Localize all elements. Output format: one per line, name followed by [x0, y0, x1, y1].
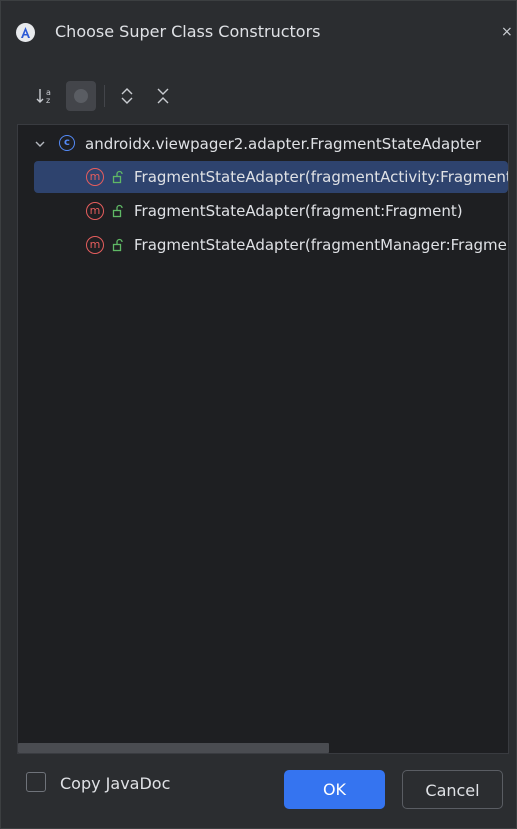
android-studio-icon [16, 23, 35, 42]
dialog-title: Choose Super Class Constructors [55, 22, 321, 41]
method-icon: m [86, 236, 104, 254]
cancel-button[interactable]: Cancel [402, 770, 503, 809]
public-lock-icon [112, 170, 123, 184]
copy-javadoc-checkbox[interactable] [26, 772, 46, 792]
choose-super-class-constructors-dialog: Choose Super Class Constructors × a z c … [0, 0, 517, 829]
constructor-label: FragmentStateAdapter(fragmentManager:Fra… [134, 236, 508, 254]
constructor-label: FragmentStateAdapter(fragmentActivity:Fr… [134, 168, 508, 186]
method-icon: m [86, 202, 104, 220]
constructor-tree[interactable]: c androidx.viewpager2.adapter.FragmentSt… [17, 124, 509, 754]
svg-text:z: z [46, 96, 50, 105]
close-icon[interactable]: × [501, 23, 515, 41]
toolbar: a z [1, 79, 517, 115]
ok-button[interactable]: OK [284, 770, 385, 809]
constructor-item[interactable]: m FragmentStateAdapter(fragmentManager:F… [18, 229, 508, 261]
toolbar-divider [104, 85, 105, 107]
constructor-item[interactable]: m FragmentStateAdapter(fragment:Fragment… [18, 195, 508, 227]
horizontal-scrollbar[interactable] [18, 743, 508, 753]
title-bar: Choose Super Class Constructors × [1, 1, 517, 65]
sort-alpha-icon[interactable]: a z [30, 81, 60, 111]
scrollbar-thumb[interactable] [18, 743, 329, 753]
public-lock-icon [112, 204, 123, 218]
collapse-all-icon[interactable] [148, 81, 178, 111]
constructor-item[interactable]: m FragmentStateAdapter(fragmentActivity:… [34, 161, 508, 193]
class-icon: c [59, 135, 75, 151]
public-lock-icon [112, 238, 123, 252]
chevron-down-icon[interactable] [34, 138, 46, 150]
method-icon: m [86, 168, 104, 186]
class-name-label: androidx.viewpager2.adapter.FragmentStat… [85, 135, 482, 153]
tree-root-class[interactable]: c androidx.viewpager2.adapter.FragmentSt… [18, 128, 508, 160]
expand-all-icon[interactable] [112, 81, 142, 111]
circle-toggle-icon[interactable] [66, 81, 96, 111]
copy-javadoc-label[interactable]: Copy JavaDoc [60, 774, 170, 793]
constructor-label: FragmentStateAdapter(fragment:Fragment) [134, 202, 463, 220]
